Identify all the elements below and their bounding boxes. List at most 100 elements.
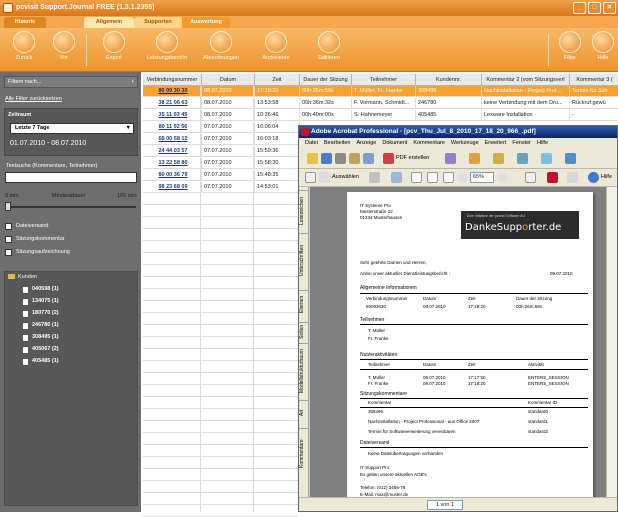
- reset-filters-link[interactable]: Alle Filter zurücksetzen: [5, 96, 62, 102]
- sitzungskommentar-checkbox[interactable]: [5, 236, 12, 243]
- print-icon[interactable]: [335, 153, 346, 164]
- collapse-icon[interactable]: ‹: [132, 77, 134, 87]
- table-cell: 00h:26m:58s: [516, 304, 543, 309]
- closing-line: Es gelten unsere aktuellen AGB's: [360, 472, 427, 477]
- dateiversand-checkbox[interactable]: [5, 223, 12, 230]
- period-select-value: Letzte 7 Tage: [15, 125, 50, 131]
- fit-page-icon[interactable]: [427, 172, 438, 183]
- menu-item[interactable]: Erweitert: [485, 138, 507, 149]
- cell-time: 15:58:30: [255, 158, 300, 169]
- tab-allgemein[interactable]: Allgemein: [84, 17, 134, 28]
- actual-size-icon[interactable]: [411, 172, 422, 183]
- forward-button[interactable]: Vor: [42, 31, 86, 69]
- empty-row: [143, 194, 298, 205]
- table-cell: T. Müller: [368, 375, 386, 380]
- fit-width-icon[interactable]: [443, 172, 454, 183]
- edit-tools-icon[interactable]: [567, 172, 578, 183]
- sidebar-tab[interactable]: Seiten: [299, 322, 309, 340]
- table-cell: Nachinstallation - Project Professional …: [368, 419, 480, 424]
- textsuche-input[interactable]: [5, 172, 137, 183]
- select-tool-icon: [319, 172, 330, 183]
- acrobat-toolbar-1: PDF erstellen: [299, 149, 617, 169]
- document-icon: [23, 335, 28, 341]
- page-indicator[interactable]: 1 von 1: [427, 500, 463, 510]
- column-header[interactable]: Kommentar 3 (: [570, 74, 618, 86]
- snapshot-icon[interactable]: [369, 172, 380, 183]
- page-layout-icon[interactable]: [525, 172, 536, 183]
- tree-root-kunden[interactable]: Kunden: [8, 274, 37, 280]
- kunden-tree-item[interactable]: 405067 (2): [32, 346, 59, 352]
- duration-slider-track[interactable]: [8, 206, 136, 208]
- close-button[interactable]: ✕: [603, 2, 616, 14]
- kunden-tree-item[interactable]: 308495 (1): [32, 334, 59, 340]
- export-icon[interactable]: [469, 153, 480, 164]
- zoom-icon[interactable]: [391, 172, 402, 183]
- sidebar-tab[interactable]: Unterschriften: [299, 233, 309, 287]
- maximize-button[interactable]: □: [588, 2, 601, 14]
- kunden-tree-item[interactable]: 040598 (1): [32, 286, 59, 292]
- open-icon[interactable]: [307, 153, 318, 164]
- archivieren-button[interactable]: Archivieren: [254, 31, 298, 69]
- kunden-tree-item[interactable]: 180770 (2): [32, 310, 59, 316]
- sidebar-tab[interactable]: Kommentare: [299, 428, 309, 478]
- sidebar-tab[interactable]: Art: [299, 400, 309, 425]
- logo-word-1: DankeSupp: [465, 222, 523, 233]
- column-header[interactable]: Dauer der Sitzung: [300, 74, 352, 86]
- export-button[interactable]: Export: [92, 31, 136, 69]
- help-button[interactable]: Hilfe: [601, 172, 612, 183]
- menu-item[interactable]: Fenster: [512, 138, 531, 149]
- pdf-create-button[interactable]: PDF erstellen: [396, 153, 429, 164]
- menu-item[interactable]: Datei: [305, 138, 318, 149]
- tab-auswertung[interactable]: Auswertung: [182, 17, 230, 28]
- tab-supporten[interactable]: Supporten: [134, 17, 182, 28]
- report-icon: [156, 31, 178, 53]
- hilfe-button[interactable]: Hilfe: [588, 31, 618, 69]
- back-button[interactable]: Zurück: [2, 31, 46, 69]
- secure-icon[interactable]: [493, 153, 504, 164]
- editieren-button[interactable]: Editieren: [307, 31, 351, 69]
- sign-icon[interactable]: [517, 153, 528, 164]
- column-header[interactable]: Kundennr.: [416, 74, 482, 86]
- sidebar-tab[interactable]: Modellstrukturbaum: [299, 343, 309, 398]
- tab-historie[interactable]: Historie: [4, 17, 46, 28]
- kunden-tree-item[interactable]: 405485 (1): [32, 358, 59, 364]
- zoom-out-icon[interactable]: [457, 172, 468, 183]
- sitzungsaufzeichnung-checkbox[interactable]: [5, 249, 12, 256]
- back-label: Zurück: [15, 55, 33, 61]
- menu-item[interactable]: Werkzeuge: [451, 138, 479, 149]
- menu-item[interactable]: Kommentare: [413, 138, 445, 149]
- column-header[interactable]: Verbindungsnummer: [143, 74, 202, 86]
- select-tool-button[interactable]: Auswählen: [332, 172, 359, 183]
- search-icon[interactable]: [363, 153, 374, 164]
- period-select[interactable]: Letzte 7 Tage ▼: [10, 123, 134, 134]
- save-icon[interactable]: [321, 153, 332, 164]
- duration-slider-thumb[interactable]: [5, 202, 11, 211]
- abrechnungen-button[interactable]: Abrechnungen: [199, 31, 243, 69]
- column-header[interactable]: Datum: [202, 74, 255, 86]
- menu-item[interactable]: Hilfe: [537, 138, 548, 149]
- cell-comment2: Lexware Installation: [482, 110, 570, 121]
- filter-button[interactable]: Filter: [548, 31, 592, 69]
- menu-item[interactable]: Anzeige: [356, 138, 376, 149]
- email-icon[interactable]: [349, 153, 360, 164]
- hand-tool-icon[interactable]: [305, 172, 316, 183]
- menu-item[interactable]: Bearbeiten: [324, 138, 351, 149]
- leistungsbericht-button[interactable]: Leistungsbericht: [145, 31, 189, 69]
- zoom-input[interactable]: 65%: [470, 172, 494, 183]
- minimize-button[interactable]: _: [573, 2, 586, 14]
- sidebar-tab[interactable]: Ebenen: [299, 290, 309, 318]
- acrobat-vertical-scrollbar[interactable]: [606, 187, 617, 497]
- zoom-in-icon[interactable]: [497, 172, 508, 183]
- kunden-tree-item[interactable]: 246780 (1): [32, 322, 59, 328]
- combine-icon[interactable]: [445, 153, 456, 164]
- menu-item[interactable]: Dokument: [382, 138, 407, 149]
- logo-word-2: rter.de: [528, 222, 562, 233]
- kunden-tree-item[interactable]: 134075 (1): [32, 298, 59, 304]
- column-header[interactable]: Teilnehmer: [352, 74, 416, 86]
- column-header[interactable]: Kommentar 2 (vom Sitzungsverl: [482, 74, 570, 86]
- sidebar-tab[interactable]: Lesezeichen: [299, 190, 309, 230]
- forms-icon[interactable]: [565, 153, 576, 164]
- column-header[interactable]: Zeit: [255, 74, 300, 86]
- review-icon[interactable]: [541, 153, 552, 164]
- table-cell: 17:17:50: [468, 375, 486, 380]
